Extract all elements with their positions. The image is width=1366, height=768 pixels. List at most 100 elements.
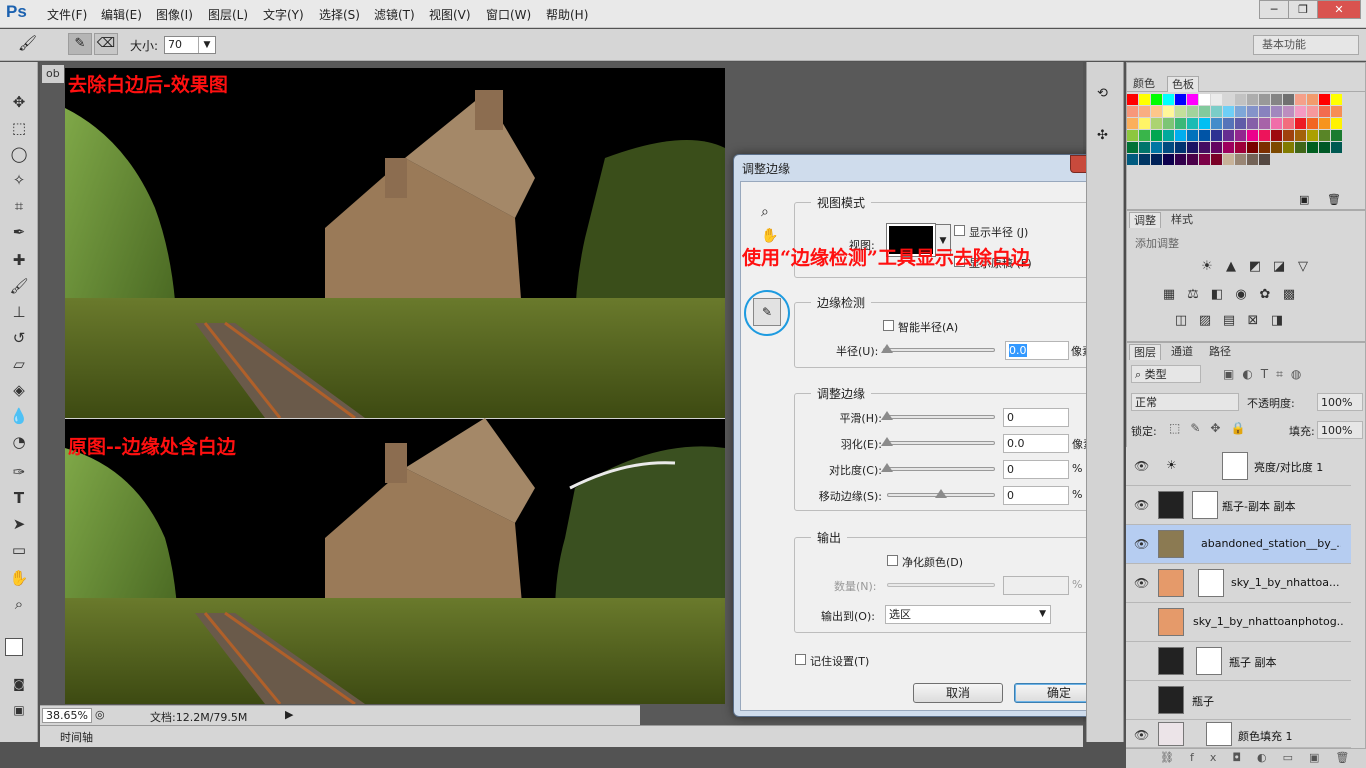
color-swatch[interactable] — [1211, 106, 1222, 117]
color-swatch[interactable] — [1283, 130, 1294, 141]
color-swatch[interactable] — [1235, 106, 1246, 117]
color-swatch[interactable] — [1175, 106, 1186, 117]
color-swatch[interactable] — [1247, 118, 1258, 129]
color-swatch[interactable] — [1319, 118, 1330, 129]
color-swatch[interactable] — [1127, 118, 1138, 129]
color-swatch[interactable] — [1163, 154, 1174, 165]
exposure-icon[interactable]: ◪ — [1271, 259, 1287, 275]
color-swatch[interactable] — [1319, 142, 1330, 153]
color-swatch[interactable] — [1247, 94, 1258, 105]
adjust-row-slider[interactable] — [887, 441, 995, 445]
eyedropper-tool-icon[interactable]: ✒ — [6, 220, 32, 244]
color-swatch[interactable] — [1259, 142, 1270, 153]
color-swatch[interactable] — [1175, 130, 1186, 141]
color-swatch[interactable] — [1163, 142, 1174, 153]
color-swatch[interactable] — [1247, 130, 1258, 141]
brush-tool-icon[interactable]: 🖌 — [6, 274, 32, 298]
color-swatch[interactable] — [1151, 118, 1162, 129]
color-swatch[interactable] — [1139, 130, 1150, 141]
curves-icon[interactable]: ◩ — [1247, 259, 1263, 275]
color-swatch[interactable] — [1235, 118, 1246, 129]
color-swatch[interactable] — [1283, 118, 1294, 129]
eraser-tool-icon[interactable]: ▱ — [6, 352, 32, 376]
minimize-button[interactable]: ─ — [1259, 0, 1289, 19]
color-swatch[interactable] — [1139, 142, 1150, 153]
size-dropdown-icon[interactable]: ▼ — [198, 37, 215, 53]
layer-row[interactable]: □ sky_1_by_nhattoanphotog... — [1126, 603, 1351, 642]
threshold-icon[interactable]: ▤ — [1221, 313, 1237, 329]
color-swatch[interactable] — [1295, 130, 1306, 141]
color-swatch[interactable] — [1283, 106, 1294, 117]
radius-input[interactable]: 0.0 — [1005, 341, 1069, 360]
photo-filter-icon[interactable]: ◉ — [1233, 287, 1249, 303]
timeline-tab[interactable]: 时间轴 — [60, 729, 93, 745]
color-swatch[interactable] — [1199, 142, 1210, 153]
tab-layers[interactable]: 图层 — [1129, 344, 1161, 360]
path-selection-tool-icon[interactable]: ➤ — [6, 512, 32, 536]
tab-color[interactable]: 颜色 — [1129, 76, 1159, 92]
color-swatch[interactable] — [1139, 118, 1150, 129]
menu-view[interactable]: 视图(V) — [429, 6, 471, 23]
color-swatch[interactable] — [1319, 94, 1330, 105]
color-swatch[interactable] — [1187, 142, 1198, 153]
adjust-row-input[interactable]: 0 — [1003, 486, 1069, 505]
workspace-switcher[interactable]: 基本功能 — [1253, 35, 1359, 55]
layer-row[interactable]: □ 瓶子 — [1126, 681, 1351, 720]
zoom-tool-icon[interactable]: ⌕ — [761, 204, 769, 220]
fill-input[interactable]: 100% — [1317, 421, 1363, 439]
quick-mask-icon[interactable]: ◙ — [6, 672, 32, 696]
color-swatch[interactable] — [1271, 118, 1282, 129]
color-lookup-icon[interactable]: ▩ — [1281, 287, 1297, 303]
color-swatch[interactable] — [1223, 142, 1234, 153]
color-swatch[interactable] — [1307, 94, 1318, 105]
color-swatch[interactable] — [1259, 130, 1270, 141]
tab-adjustments[interactable]: 调整 — [1129, 212, 1161, 228]
color-swatch[interactable] — [1139, 94, 1150, 105]
color-swatch[interactable] — [1331, 106, 1342, 117]
channel-mixer-icon[interactable]: ✿ — [1257, 287, 1273, 303]
color-swatch[interactable] — [1247, 142, 1258, 153]
color-swatch[interactable] — [1319, 106, 1330, 117]
color-swatch[interactable] — [1331, 118, 1342, 129]
radius-slider-knob[interactable] — [881, 344, 893, 353]
color-swatch[interactable] — [1211, 130, 1222, 141]
color-swatch[interactable] — [1199, 130, 1210, 141]
color-swatch[interactable] — [1211, 154, 1222, 165]
color-swatch[interactable] — [1223, 118, 1234, 129]
layer-row-selected[interactable]: 👁 abandoned_station__by_... — [1126, 525, 1351, 564]
color-swatch[interactable] — [1223, 106, 1234, 117]
color-swatch[interactable] — [1259, 94, 1270, 105]
eye-icon[interactable]: 👁 — [1134, 498, 1149, 512]
menu-help[interactable]: 帮助(H) — [546, 6, 588, 23]
color-swatch[interactable] — [1283, 142, 1294, 153]
document-tab[interactable]: ob — [42, 65, 64, 83]
eye-icon[interactable]: 👁 — [1134, 537, 1149, 551]
layer-kind-filter[interactable]: ⌕ 类型 — [1131, 365, 1201, 383]
menu-window[interactable]: 窗口(W) — [486, 6, 531, 23]
color-swatch[interactable] — [1175, 142, 1186, 153]
color-swatch[interactable] — [1127, 154, 1138, 165]
color-swatch[interactable] — [1163, 94, 1174, 105]
color-swatch[interactable] — [1223, 154, 1234, 165]
color-swatch[interactable] — [1175, 154, 1186, 165]
color-swatch[interactable] — [1199, 118, 1210, 129]
color-swatch[interactable] — [1331, 130, 1342, 141]
delete-swatch-icon[interactable]: 🗑 — [1327, 193, 1341, 206]
vibrance-icon[interactable]: ▽ — [1295, 259, 1311, 275]
color-swatch[interactable] — [1271, 94, 1282, 105]
layer-row[interactable]: 👁 颜色填充 1 — [1126, 720, 1351, 748]
opacity-input[interactable]: 100% — [1317, 393, 1363, 411]
color-swatch[interactable] — [1223, 130, 1234, 141]
color-swatch[interactable] — [1175, 118, 1186, 129]
color-swatch[interactable] — [1163, 118, 1174, 129]
color-swatch[interactable] — [1187, 106, 1198, 117]
eye-icon[interactable]: 👁 — [1134, 459, 1149, 473]
adjust-row-slider-knob[interactable] — [881, 437, 893, 446]
tab-paths[interactable]: 路径 — [1205, 344, 1235, 360]
color-swatch[interactable] — [1163, 106, 1174, 117]
zoom-level[interactable]: 38.65% — [42, 708, 92, 723]
eye-icon[interactable]: 👁 — [1134, 728, 1149, 742]
tab-swatches[interactable]: 色板 — [1167, 76, 1199, 92]
color-swatch[interactable] — [1187, 130, 1198, 141]
color-swatch[interactable] — [1211, 118, 1222, 129]
